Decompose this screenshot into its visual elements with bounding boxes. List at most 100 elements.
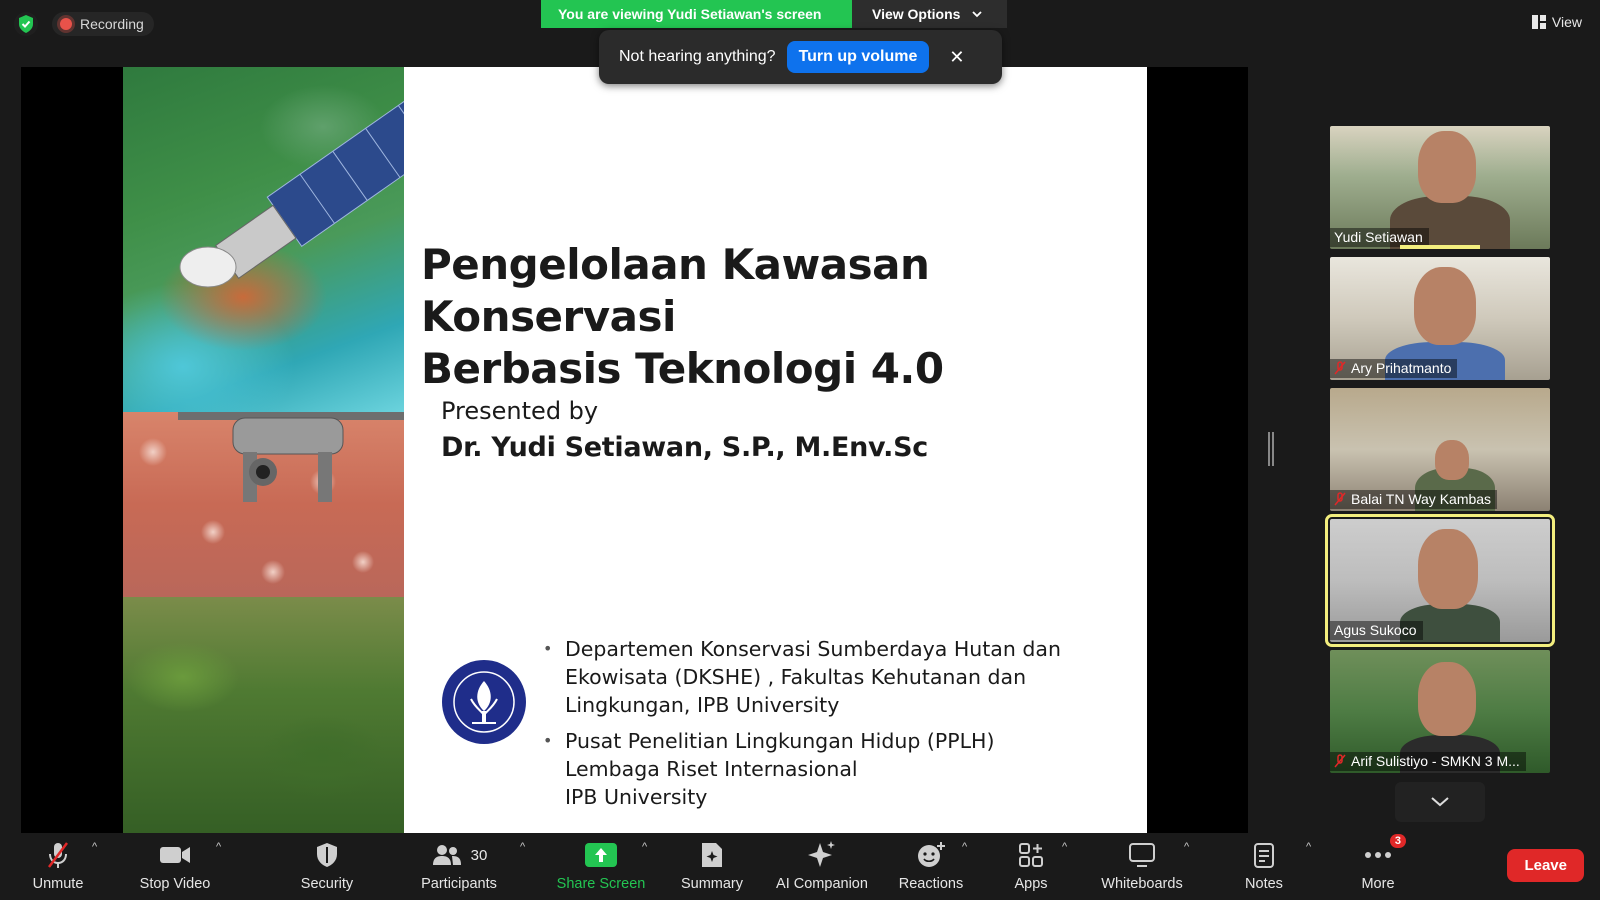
close-icon[interactable]: ✕	[949, 47, 964, 68]
participant-tile[interactable]: Balai TN Way Kambas	[1330, 388, 1550, 511]
leave-button[interactable]: Leave	[1507, 849, 1584, 882]
sparkle-icon	[807, 840, 837, 870]
mic-muted-icon	[1334, 361, 1346, 375]
farmland-drone-image	[123, 412, 404, 597]
slide-image-collage	[123, 67, 404, 833]
toast-message: Not hearing anything?	[619, 48, 776, 65]
notes-options-caret-icon[interactable]: ^	[1306, 841, 1311, 853]
participant-name-label: Arif Sulistiyo - SMKN 3 M...	[1330, 752, 1526, 771]
affiliation-line: Ekowisata (DKSHE) , Fakultas Kehutanan d…	[565, 665, 1027, 689]
recording-label: Recording	[80, 16, 144, 32]
satellite-earth-image	[123, 67, 404, 412]
share-options-caret-icon[interactable]: ^	[642, 841, 647, 853]
affiliation-item: Pusat Penelitian Lingkungan Hidup (PPLH)…	[543, 727, 1133, 811]
affiliations-list: Departemen Konservasi Sumberdaya Hutan d…	[543, 635, 1133, 819]
video-options-caret-icon[interactable]: ^	[216, 841, 221, 853]
apps-options-caret-icon[interactable]: ^	[1062, 841, 1067, 853]
stop-video-button[interactable]: Stop Video	[132, 833, 218, 900]
unmute-button[interactable]: Unmute	[22, 833, 94, 900]
participant-face	[1414, 267, 1476, 345]
satellite-icon	[179, 67, 404, 288]
share-screen-icon	[585, 840, 617, 870]
participant-name: Ary Prihatmanto	[1351, 360, 1452, 376]
notes-button[interactable]: Notes	[1238, 833, 1290, 900]
participant-tile-active[interactable]: Agus Sukoco	[1325, 514, 1555, 647]
people-icon	[432, 845, 461, 865]
view-label: View	[1551, 14, 1582, 30]
summary-label: Summary	[680, 876, 744, 892]
participants-label: Participants	[421, 876, 497, 892]
stop-video-label: Stop Video	[139, 876, 211, 892]
video-camera-icon	[159, 840, 191, 870]
audio-options-caret-icon[interactable]: ^	[92, 841, 97, 853]
chevron-down-icon	[972, 10, 983, 17]
more-button[interactable]: 3 More	[1352, 833, 1406, 900]
share-screen-label: Share Screen	[556, 876, 646, 892]
participant-name: Yudi Setiawan	[1334, 229, 1423, 245]
recording-indicator[interactable]: Recording	[52, 12, 154, 36]
recording-dot-icon	[60, 18, 72, 30]
reactions-button[interactable]: Reactions	[896, 833, 966, 900]
affiliation-line: IPB University	[565, 785, 708, 809]
scroll-participants-down-button[interactable]	[1395, 782, 1485, 822]
security-shield-icon[interactable]	[14, 12, 38, 36]
participants-options-caret-icon[interactable]: ^	[520, 841, 525, 853]
audio-toast: Not hearing anything? Turn up volume ✕	[599, 30, 1002, 84]
affiliation-line: Departemen Konservasi Sumberdaya Hutan d…	[565, 637, 1061, 661]
affiliation-line: Lingkungan, IPB University	[565, 693, 840, 717]
more-label: More	[1361, 876, 1395, 892]
participant-tile[interactable]: Ary Prihatmanto	[1330, 257, 1550, 380]
presented-by-label: Presented by	[441, 397, 599, 425]
whiteboards-button[interactable]: Whiteboards	[1094, 833, 1190, 900]
apps-button[interactable]: Apps	[1004, 833, 1058, 900]
reactions-options-caret-icon[interactable]: ^	[962, 841, 967, 853]
ai-companion-button[interactable]: AI Companion	[772, 833, 872, 900]
emoji-plus-icon	[916, 840, 946, 870]
notes-label: Notes	[1245, 876, 1283, 892]
participants-button[interactable]: 30 Participants	[415, 833, 503, 900]
participant-face	[1418, 131, 1476, 203]
slide-title: Pengelolaan Kawasan Konservasi Berbasis …	[421, 239, 1141, 395]
whiteboard-icon	[1128, 840, 1156, 870]
panel-resize-handle[interactable]	[1268, 432, 1274, 466]
unmute-label: Unmute	[32, 876, 84, 892]
participant-name-label: Balai TN Way Kambas	[1330, 490, 1498, 509]
participant-face	[1418, 529, 1478, 609]
slide-title-line2: Berbasis Teknologi 4.0	[421, 344, 944, 393]
view-layout-button[interactable]: View	[1531, 14, 1582, 30]
mic-muted-icon	[47, 840, 69, 870]
summary-button[interactable]: Summary	[678, 833, 746, 900]
presentation-slide: Pengelolaan Kawasan Konservasi Berbasis …	[123, 67, 1147, 833]
drone-icon	[178, 412, 404, 502]
participant-name: Balai TN Way Kambas	[1351, 491, 1492, 507]
mic-muted-icon	[1334, 754, 1346, 768]
mic-muted-icon	[1334, 492, 1346, 506]
chevron-down-icon	[1431, 797, 1449, 807]
share-screen-button[interactable]: Share Screen	[554, 833, 648, 900]
affiliation-item: Departemen Konservasi Sumberdaya Hutan d…	[543, 635, 1133, 719]
shared-screen-area: Pengelolaan Kawasan Konservasi Berbasis …	[21, 67, 1248, 833]
zoom-meeting-window: Recording You are viewing Yudi Setiawan'…	[0, 0, 1600, 900]
affiliation-line: Lembaga Riset Internasional	[565, 757, 858, 781]
participant-name: Agus Sukoco	[1334, 622, 1417, 638]
viewing-screen-label: You are viewing Yudi Setiawan's screen	[541, 0, 852, 28]
participant-name: Arif Sulistiyo - SMKN 3 M...	[1351, 753, 1520, 769]
reactions-label: Reactions	[898, 876, 964, 892]
ipb-university-logo-icon	[442, 660, 526, 744]
presenter-name: Dr. Yudi Setiawan, S.P., M.Env.Sc	[441, 432, 928, 463]
security-button[interactable]: Security	[294, 833, 360, 900]
view-options-button[interactable]: View Options	[852, 0, 1007, 28]
meeting-toolbar: Unmute ^ Stop Video ^ Security 30 Partic…	[0, 833, 1600, 900]
whiteboards-label: Whiteboards	[1101, 876, 1183, 892]
participants-count: 30	[470, 846, 488, 864]
participants-icon-group: 30	[431, 840, 488, 870]
grid-layout-icon	[1531, 15, 1546, 29]
forest-aerial-image	[123, 597, 404, 833]
affiliation-line: Pusat Penelitian Lingkungan Hidup (PPLH)	[565, 729, 995, 753]
summary-document-icon	[700, 840, 724, 870]
participant-tile[interactable]: Yudi Setiawan	[1330, 126, 1550, 249]
turn-up-volume-button[interactable]: Turn up volume	[786, 41, 930, 73]
participant-name-label: Agus Sukoco	[1330, 621, 1423, 640]
participant-tile[interactable]: Arif Sulistiyo - SMKN 3 M...	[1330, 650, 1550, 773]
whiteboards-options-caret-icon[interactable]: ^	[1184, 841, 1189, 853]
